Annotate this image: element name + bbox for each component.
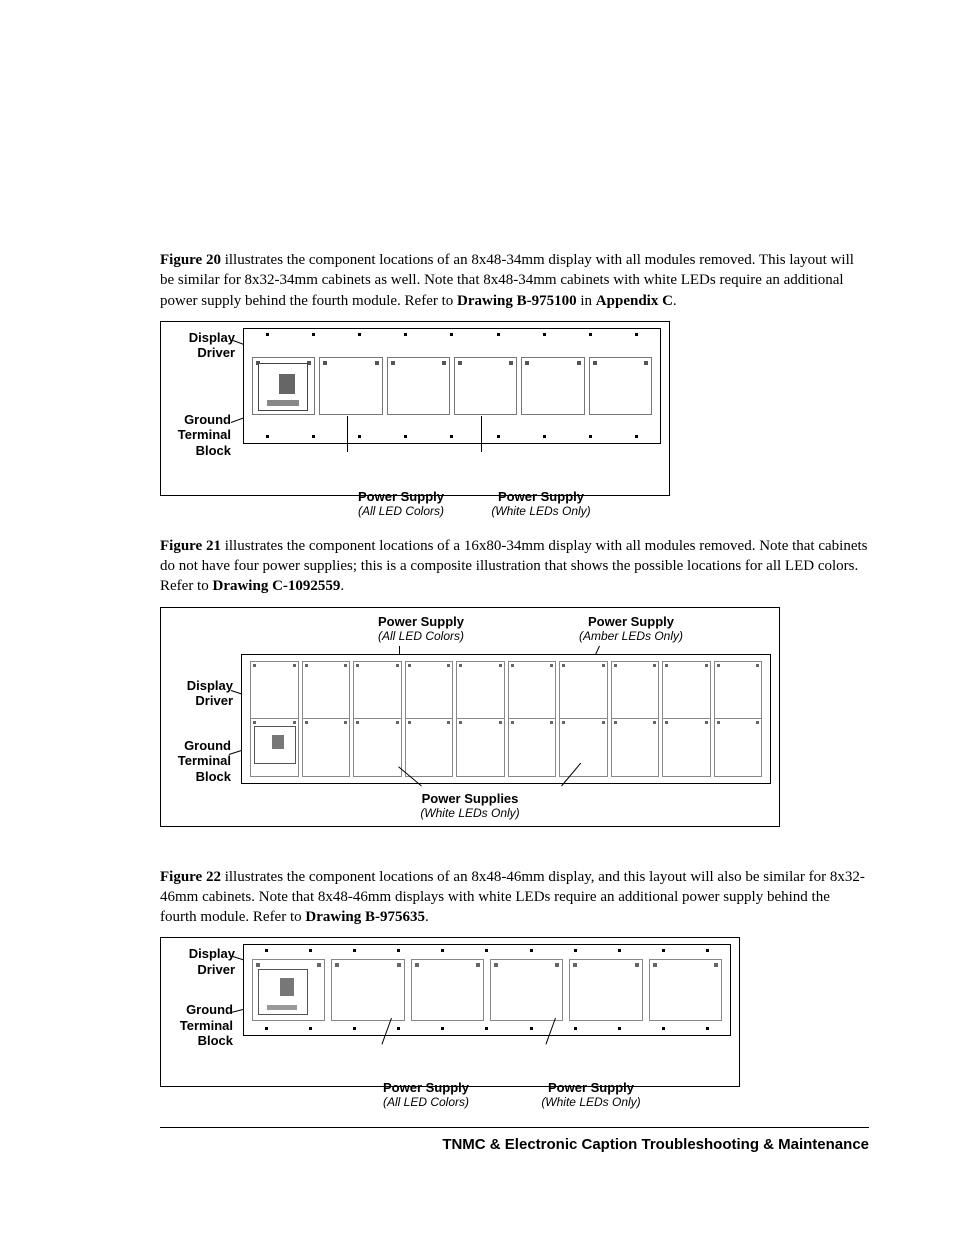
label-ground: Ground — [186, 1002, 233, 1017]
leader-line — [481, 416, 482, 452]
label-terminal: Terminal — [180, 1018, 233, 1033]
label-display: Display — [187, 678, 233, 693]
figure-21-diagram: Power Supply (All LED Colors) Power Supp… — [160, 607, 780, 827]
fig21-top1-sub: (All LED Colors) — [341, 629, 501, 643]
fig21-bot-sub: (White LEDs Only) — [161, 806, 779, 820]
drawing-ref-b975635: Drawing B-975635 — [305, 909, 425, 925]
cabinet-outline — [241, 654, 771, 784]
para1-end: . — [673, 293, 677, 309]
paragraph-figure-21: Figure 21 illustrates the component loca… — [160, 536, 869, 597]
label-driver: Driver — [195, 693, 233, 708]
label-ground: Ground — [184, 412, 231, 427]
leader-line — [347, 416, 348, 452]
cabinet-outline — [243, 944, 731, 1036]
para3-text: illustrates the component locations of a… — [160, 869, 865, 926]
figure-ref-21: Figure 21 — [160, 538, 221, 554]
display-driver-component — [258, 969, 308, 1015]
fig22-ps1-title: Power Supply — [351, 1080, 501, 1095]
ps2-title: Power Supply — [461, 489, 621, 504]
label-terminal: Terminal — [178, 753, 231, 768]
paragraph-figure-22: Figure 22 illustrates the component loca… — [160, 867, 869, 928]
ps1-sub: (All LED Colors) — [331, 504, 471, 518]
cabinet-outline — [243, 328, 661, 444]
drawing-ref-c1092559: Drawing C-1092559 — [212, 578, 340, 594]
para3-end: . — [425, 909, 429, 925]
figure-20-diagram: Display Driver Ground Terminal Block — [160, 321, 670, 496]
label-block: Block — [198, 1033, 233, 1048]
fig21-bot-title: Power Supplies — [161, 791, 779, 806]
fig21-top2-sub: (Amber LEDs Only) — [541, 629, 721, 643]
label-display: Display — [189, 946, 235, 961]
appendix-ref-c: Appendix C — [596, 293, 673, 309]
ps2-sub: (White LEDs Only) — [461, 504, 621, 518]
footer-rule — [160, 1127, 869, 1128]
display-driver-component — [254, 726, 296, 764]
para1-in: in — [577, 293, 596, 309]
label-block: Block — [196, 769, 231, 784]
ps1-title: Power Supply — [331, 489, 471, 504]
fig22-ps2-title: Power Supply — [511, 1080, 671, 1095]
fig21-top2-title: Power Supply — [541, 614, 721, 629]
figure-ref-20: Figure 20 — [160, 252, 221, 268]
page: Figure 20 illustrates the component loca… — [0, 0, 954, 1213]
figure-ref-22: Figure 22 — [160, 869, 221, 885]
para2-end: . — [340, 578, 344, 594]
label-driver: Driver — [197, 345, 235, 360]
figure-22-diagram: Display Driver Ground Terminal Block — [160, 937, 740, 1087]
fig22-ps1-sub: (All LED Colors) — [351, 1095, 501, 1109]
fig22-ps2-sub: (White LEDs Only) — [511, 1095, 671, 1109]
label-display: Display — [189, 330, 235, 345]
display-driver-component — [258, 363, 308, 411]
fig21-top1-title: Power Supply — [341, 614, 501, 629]
label-block: Block — [196, 443, 231, 458]
drawing-ref-b975100: Drawing B-975100 — [457, 293, 577, 309]
label-driver: Driver — [197, 962, 235, 977]
label-ground: Ground — [184, 738, 231, 753]
paragraph-figure-20: Figure 20 illustrates the component loca… — [160, 250, 869, 311]
footer-title: TNMC & Electronic Caption Troubleshootin… — [160, 1136, 869, 1153]
label-terminal: Terminal — [178, 427, 231, 442]
